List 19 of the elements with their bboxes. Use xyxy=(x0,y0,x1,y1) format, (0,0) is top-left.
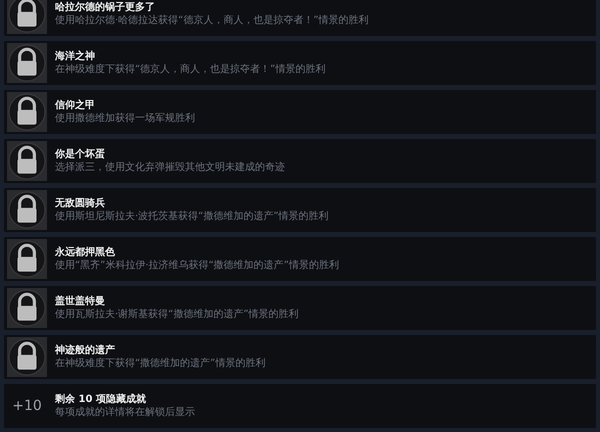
achievement-title: 哈拉尔德的锅子更多了 xyxy=(55,1,156,14)
achievement-description: 使用哈拉尔德·哈德拉达获得“德京人，商人，也是掠夺者！”情景的胜利 xyxy=(55,14,369,27)
achievement-description: 在神级难度下获得“德京人，商人，也是掠夺者！”情景的胜利 xyxy=(55,63,326,76)
achievement-description: 每项成就的详情将在解锁后显示 xyxy=(55,406,195,419)
achievement-title: 神迹般的遗产 xyxy=(55,344,116,357)
hidden-count: +10 xyxy=(11,396,43,416)
achievement-title: 盖世盖特曼 xyxy=(55,295,106,308)
achievement-description: 使用“黑齐”米科拉伊·拉济维乌获得“撒德维加的遗产”情景的胜利 xyxy=(55,259,339,272)
achievement-title: 海洋之神 xyxy=(55,50,96,63)
achievement-title: 永远都押黑色 xyxy=(55,246,116,259)
achievement-description: 使用斯坦尼斯拉夫·波托茨基获得“撒德维加的遗产”情景的胜利 xyxy=(55,210,329,223)
achievement-description: 使用瓦斯拉夫·谢斯基获得“撒德维加的遗产”情景的胜利 xyxy=(55,308,299,321)
achievement-description: 选择派三，使用文化弃弹摧毁其他文明未建成的奇迹 xyxy=(55,161,285,174)
achievement-description: 使用撒德维加获得一场军规胜利 xyxy=(55,112,195,125)
achievement-title: 你是个坏蛋 xyxy=(55,148,106,161)
achievement-title: 无敌圆骑兵 xyxy=(55,197,106,210)
achievement-title: 剩余 10 项隐藏成就 xyxy=(55,393,147,406)
achievement-description: 在神级难度下获得“撒德维加的遗产”情景的胜利 xyxy=(55,357,266,370)
achievement-title: 信仰之甲 xyxy=(55,99,96,112)
